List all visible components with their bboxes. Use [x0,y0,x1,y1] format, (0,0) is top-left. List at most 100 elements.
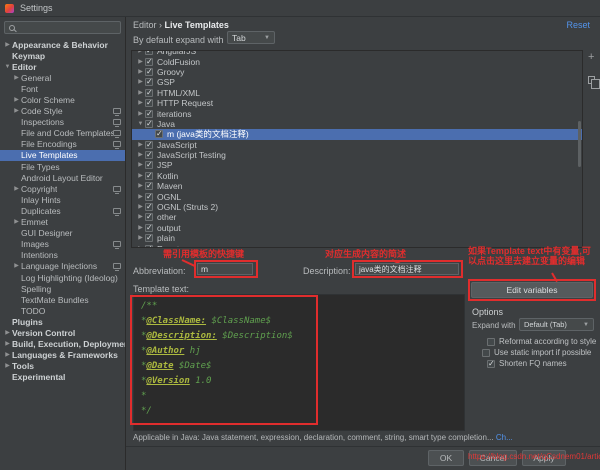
sidebar-item-inlay-hints[interactable]: Inlay Hints [0,194,125,205]
ok-button[interactable]: OK [428,450,464,466]
window-title: Settings [20,3,53,13]
template-group-plain[interactable]: ▶plain [132,233,582,243]
settings-search-input[interactable] [4,21,121,34]
checkbox-checked[interactable] [145,224,153,232]
checkbox-checked[interactable] [145,193,153,201]
sidebar-item-images[interactable]: Images [0,239,125,250]
template-group-kotlin[interactable]: ▶Kotlin [132,171,582,181]
sidebar-item-languages-frameworks[interactable]: ▶Languages & Frameworks [0,350,125,361]
annotation-variables: 如果Template text中有变量,可以点击这里去建立变量的编辑 [468,246,596,266]
template-group-html-xml[interactable]: ▶HTML/XML [132,88,582,98]
sidebar-item-log-highlighting[interactable]: Log Highlighting (Ideolog) [0,272,125,283]
sidebar-item-todo[interactable]: TODO [0,305,125,316]
template-group-javascript[interactable]: ▶JavaScript [132,140,582,150]
sidebar-item-intentions[interactable]: Intentions [0,250,125,261]
template-group-javascript-testing[interactable]: ▶JavaScript Testing [132,150,582,160]
sidebar-item-general[interactable]: ▶General [0,72,125,83]
checkbox-checked[interactable] [145,203,153,211]
checkbox-checked[interactable] [145,58,153,66]
screen-icon [113,241,121,247]
reset-link[interactable]: Reset [566,20,590,30]
checkbox-checked[interactable] [145,245,153,248]
template-group-ognl-struts2[interactable]: ▶OGNL (Struts 2) [132,202,582,212]
checkbox-checked[interactable] [145,172,153,180]
checkbox-checked[interactable] [145,120,153,128]
sidebar-item-experimental[interactable]: Experimental [0,372,125,383]
checkbox-checked[interactable] [145,99,153,107]
template-group-output[interactable]: ▶output [132,223,582,233]
option-static-import[interactable]: Use static import if possible [482,348,591,357]
checkbox-unchecked[interactable] [482,349,490,357]
checkbox-checked[interactable] [145,141,153,149]
chevron-right-icon: ▶ [136,173,145,179]
screen-icon [113,141,121,147]
sidebar-item-copyright[interactable]: ▶Copyright [0,183,125,194]
checkbox-checked[interactable] [145,182,153,190]
template-group-ognl[interactable]: ▶OGNL [132,191,582,201]
checkbox-checked[interactable] [487,360,495,368]
watermark-text: https://blog.csdn.net/qCsdnem01/article [468,452,600,461]
checkbox-checked[interactable] [145,78,153,86]
template-group-gsp[interactable]: ▶GSP [132,77,582,87]
template-list: ▶AngularJS ▶ColdFusion ▶Groovy ▶GSP ▶HTM… [131,50,583,248]
checkbox-checked[interactable] [145,89,153,97]
template-group-coldfusion[interactable]: ▶ColdFusion [132,56,582,66]
change-link[interactable]: Ch... [496,433,513,442]
sidebar-item-inspections[interactable]: Inspections [0,117,125,128]
chevron-right-icon: ▶ [136,90,145,96]
template-item-m[interactable]: m (java类的文档注释) [132,129,582,139]
sidebar-item-file-and-code-templates[interactable]: File and Code Templates [0,128,125,139]
sidebar-item-file-encodings[interactable]: File Encodings [0,139,125,150]
template-group-groovy[interactable]: ▶Groovy [132,67,582,77]
template-group-jsp[interactable]: ▶JSP [132,160,582,170]
scrollbar[interactable] [578,121,581,167]
sidebar-item-textmate-bundles[interactable]: TextMate Bundles [0,294,125,305]
checkbox-checked[interactable] [145,234,153,242]
duplicate-icon[interactable] [588,76,595,84]
sidebar-item-version-control[interactable]: ▶Version Control [0,327,125,338]
sidebar-item-language-injections[interactable]: ▶Language Injections [0,261,125,272]
checkbox-checked[interactable] [145,151,153,159]
description-label: Description: [303,266,351,276]
checkbox-unchecked[interactable] [487,338,495,346]
sidebar-item-keymap[interactable]: Keymap [0,50,125,61]
chevron-right-icon: ▶ [3,330,12,336]
checkbox-checked[interactable] [145,110,153,118]
template-group-iterations[interactable]: ▶iterations [132,108,582,118]
sidebar-item-duplicates[interactable]: Duplicates [0,205,125,216]
option-reformat[interactable]: Reformat according to style [487,337,596,346]
sidebar-item-build-execution-deployment[interactable]: ▶Build, Execution, Deployment [0,339,125,350]
sidebar-item-tools[interactable]: ▶Tools [0,361,125,372]
sidebar-item-appearance-behavior[interactable]: ▶Appearance & Behavior [0,39,125,50]
chevron-right-icon: ▶ [136,100,145,106]
sidebar-item-file-types[interactable]: File Types [0,161,125,172]
sidebar-item-live-templates[interactable]: Live Templates [0,150,125,161]
sidebar-item-emmet[interactable]: ▶Emmet [0,217,125,228]
expand-with-label: Expand with [472,321,516,330]
sidebar-item-gui-designer[interactable]: GUI Designer [0,228,125,239]
checkbox-checked[interactable] [145,161,153,169]
sidebar-item-plugins[interactable]: Plugins [0,316,125,327]
sidebar-item-android-layout-editor[interactable]: Android Layout Editor [0,172,125,183]
checkbox-checked[interactable] [145,50,153,55]
sidebar-item-spelling[interactable]: Spelling [0,283,125,294]
default-expand-label: By default expand with [133,35,224,45]
breadcrumb-parent[interactable]: Editor [133,20,157,30]
expand-with-dropdown[interactable]: Default (Tab) ▼ [519,318,594,331]
checkbox-checked[interactable] [145,213,153,221]
checkbox-checked[interactable] [155,130,163,138]
add-icon[interactable]: + [588,52,594,63]
sidebar-item-color-scheme[interactable]: ▶Color Scheme [0,94,125,105]
template-group-maven[interactable]: ▶Maven [132,181,582,191]
template-group-other[interactable]: ▶other [132,212,582,222]
sidebar-item-font[interactable]: Font [0,83,125,94]
footer-divider [126,446,600,447]
chevron-right-icon: ▶ [12,186,21,192]
default-expand-dropdown[interactable]: Tab ▼ [227,31,275,44]
sidebar-item-editor[interactable]: ▼Editor [0,61,125,72]
sidebar-item-code-style[interactable]: ▶Code Style [0,106,125,117]
checkbox-checked[interactable] [145,68,153,76]
option-shorten-fq[interactable]: Shorten FQ names [487,359,567,368]
annotation-box-abbreviation [194,260,258,278]
template-group-http-request[interactable]: ▶HTTP Request [132,98,582,108]
